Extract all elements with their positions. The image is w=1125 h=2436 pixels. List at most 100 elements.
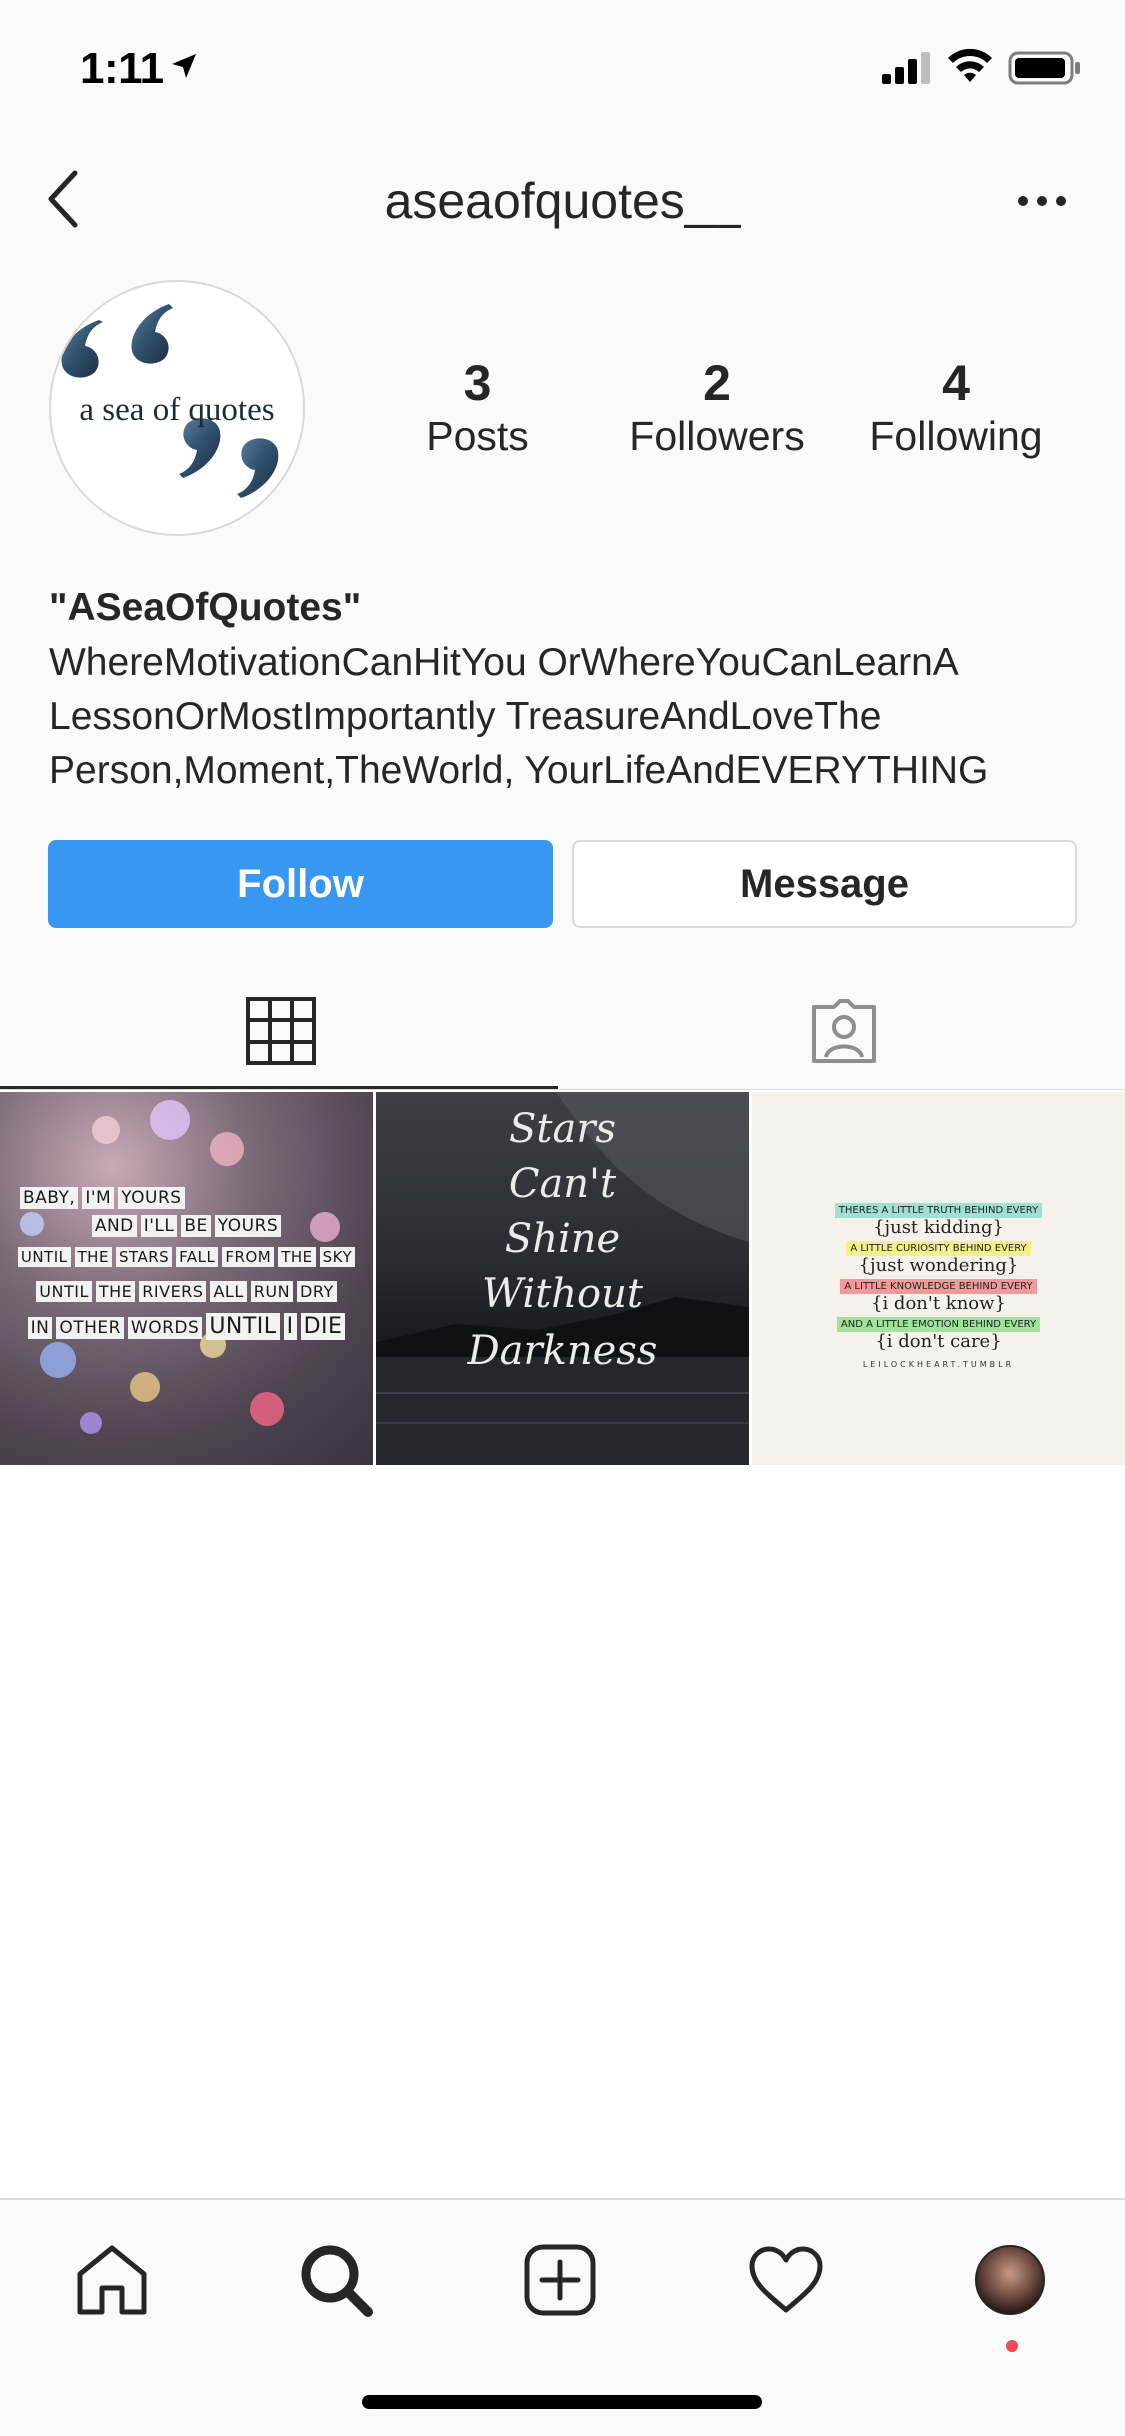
status-time: 1:11 (80, 44, 164, 93)
search-icon (301, 2245, 373, 2317)
quote-small-text: A LITTLE KNOWLEDGE BEHIND EVERY (840, 1279, 1037, 1294)
quote-big-text: {just wondering} (858, 1255, 1019, 1276)
posts-label: Posts (426, 413, 529, 459)
following-label: Following (869, 413, 1043, 459)
lyric-line: UNTIL THE RIVERS ALL RUN DRY (0, 1281, 373, 1302)
notification-dot (1006, 2340, 1018, 2352)
home-indicator[interactable] (362, 2395, 762, 2409)
tab-tagged[interactable] (563, 972, 1125, 1090)
activity-tab[interactable] (736, 2230, 836, 2330)
bio-line: LessonOrMostImportantly TreasureAndLoveT… (49, 695, 882, 738)
bio-line: WhereMotivationCanHitYou OrWhereYouCanLe… (49, 641, 959, 684)
post-thumbnail-3[interactable]: THERES A LITTLE TRUTH BEHIND EVERY {just… (752, 1092, 1125, 1465)
tab-grid[interactable] (0, 972, 562, 1090)
lyric-word: IN (27, 1317, 53, 1339)
quote-small-text: THERES A LITTLE TRUTH BEHIND EVERY (834, 1203, 1043, 1218)
lyric-word: WORDS (127, 1317, 203, 1339)
bokeh-light (150, 1100, 190, 1140)
lyric-word: BE (181, 1215, 211, 1237)
bio-line: Person,Moment,TheWorld, YourLifeAndEVERY… (49, 749, 989, 792)
lyric-line: AND I'LL BE YOURS (0, 1215, 373, 1237)
bokeh-light (250, 1392, 284, 1426)
profile-tabs (0, 972, 1125, 1090)
lyric-word: I (283, 1313, 297, 1340)
lyric-word: DRY (297, 1281, 337, 1302)
lyric-word: I'M (82, 1187, 115, 1209)
page-title: aseaofquotes__ (384, 173, 741, 229)
post-thumbnail-2[interactable]: Stars Can't Shine Without Darkness (376, 1092, 749, 1465)
grid-icon (246, 997, 316, 1065)
posts-stat[interactable]: 3 Posts (400, 355, 555, 461)
lyric-line: UNTIL THE STARS FALL FROM THE SKY (0, 1247, 373, 1267)
quote-card: THERES A LITTLE TRUTH BEHIND EVERY {just… (752, 1200, 1125, 1369)
lyric-line: BABY, I'M YOURS (18, 1187, 187, 1209)
wifi-icon (948, 48, 992, 82)
quote-big-text: {i don't know} (871, 1293, 1006, 1314)
avatar-caption: a sea of quotes (79, 392, 275, 428)
lyric-word: FROM (222, 1247, 275, 1267)
profile-avatar-small (975, 2245, 1045, 2315)
battery-icon (1008, 51, 1080, 85)
lyric-word: OTHER (56, 1317, 124, 1339)
quote-big-text: {i don't care} (875, 1331, 1002, 1352)
followers-count: 2 (703, 355, 731, 411)
lyric-line: IN OTHER WORDS UNTIL I DIE (0, 1313, 373, 1340)
heart-icon (749, 2246, 823, 2313)
profile-avatar[interactable]: a sea of quotes (49, 280, 305, 536)
quote-small-text: A LITTLE CURIOSITY BEHIND EVERY (846, 1241, 1031, 1256)
lyric-word: FALL (176, 1247, 219, 1267)
bokeh-light (210, 1132, 244, 1166)
home-tab[interactable] (62, 2230, 162, 2330)
active-tab-indicator (0, 1086, 558, 1089)
lyric-word: SKY (319, 1247, 356, 1267)
bokeh-light (40, 1342, 76, 1378)
lyric-word: AND (91, 1215, 137, 1237)
bokeh-light (130, 1372, 160, 1402)
more-horizontal-icon (1018, 196, 1066, 206)
post-caption-line: Stars (509, 1106, 616, 1152)
post-caption-line: Can't (508, 1161, 617, 1207)
post-caption-line: Without (482, 1271, 643, 1317)
lyric-word: BABY, (20, 1187, 79, 1209)
add-post-icon (524, 2244, 596, 2316)
lyric-word: UNTIL (206, 1313, 280, 1340)
post-caption-line: Darkness (467, 1328, 658, 1374)
lyric-word: THE (278, 1247, 316, 1267)
cellular-signal-icon (882, 52, 930, 84)
following-stat[interactable]: 4 Following (856, 355, 1056, 461)
tagged-person-icon (812, 999, 876, 1063)
lyric-word: RIVERS (139, 1281, 207, 1302)
lyric-word: I'LL (140, 1215, 178, 1237)
post-caption-line: Shine (504, 1216, 621, 1262)
bokeh-light (92, 1116, 120, 1144)
nav-bar: aseaofquotes__ (0, 150, 1125, 250)
post-thumbnail-1[interactable]: BABY, I'M YOURS AND I'LL BE YOURS UNTIL THE STA… (0, 1092, 373, 1465)
profile-name: "ASeaOfQuotes" (49, 586, 362, 629)
home-icon (77, 2245, 147, 2315)
lyric-word: UNTIL (17, 1247, 71, 1267)
profile-screen: 1:11 aseaofquotes__ a sea of quotes 3 Po… (0, 0, 1125, 2436)
following-count: 4 (942, 355, 970, 411)
lyric-word: DIE (300, 1313, 346, 1340)
quote-footer: LEILOCKHEART.TUMBLR (862, 1360, 1015, 1369)
follow-button[interactable]: Follow (48, 840, 553, 928)
add-post-tab[interactable] (510, 2230, 610, 2330)
lyric-word: STARS (115, 1247, 173, 1267)
posts-count: 3 (463, 355, 492, 411)
lyric-word: YOURS (118, 1187, 185, 1209)
status-bar: 1:11 (0, 0, 1125, 132)
quote-small-text: AND A LITTLE EMOTION BEHIND EVERY (836, 1317, 1041, 1332)
lyric-word: THE (74, 1247, 112, 1267)
lyric-word: YOURS (214, 1215, 282, 1237)
message-button[interactable]: Message (572, 840, 1077, 928)
quote-big-text: {just kidding} (873, 1217, 1004, 1238)
followers-stat[interactable]: 2 Followers (612, 355, 822, 461)
profile-bio: WhereMotivationCanHitYou OrWhereYouCanLe… (49, 636, 1089, 798)
lyric-word: UNTIL (36, 1281, 92, 1302)
lyric-word: ALL (210, 1281, 247, 1302)
search-tab[interactable] (286, 2230, 386, 2330)
more-options-button[interactable] (1012, 176, 1072, 226)
profile-tab[interactable] (960, 2230, 1060, 2330)
followers-label: Followers (629, 413, 805, 459)
location-arrow-icon (172, 54, 196, 78)
